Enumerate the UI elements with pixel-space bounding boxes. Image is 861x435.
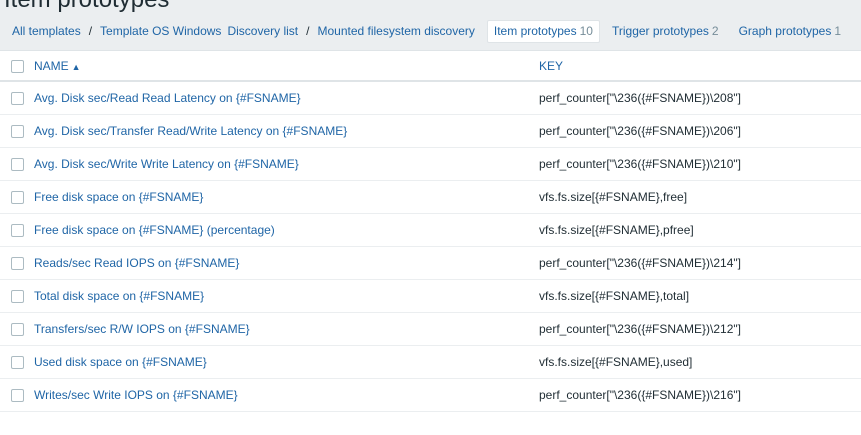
- row-name-cell: Reads/sec Read IOPS on {#FSNAME}: [34, 246, 539, 280]
- row-checkbox[interactable]: [11, 224, 24, 238]
- item-prototype-key: vfs.fs.size[{#FSNAME},used]: [539, 355, 693, 369]
- tab-graph-prototypes[interactable]: Graph prototypes 1: [739, 24, 841, 38]
- row-name-cell: Used disk space on {#FSNAME}: [34, 345, 539, 379]
- row-checkbox[interactable]: [11, 290, 24, 304]
- row-select-cell: [0, 378, 34, 412]
- table-row: Avg. Disk sec/Transfer Read/Write Latenc…: [0, 114, 861, 148]
- row-key-cell: vfs.fs.size[{#FSNAME},free]: [539, 180, 861, 214]
- table-row: Avg. Disk sec/Read Read Latency on {#FSN…: [0, 81, 861, 115]
- breadcrumb-separator: /: [306, 24, 310, 38]
- row-checkbox[interactable]: [11, 158, 24, 172]
- row-name-cell: Total disk space on {#FSNAME}: [34, 279, 539, 313]
- breadcrumb-nav: All templates / Template OS Windows Disc…: [0, 18, 861, 44]
- item-prototype-key: perf_counter["\236({#FSNAME})\214"]: [539, 256, 741, 270]
- row-name-cell: Avg. Disk sec/Write Write Latency on {#F…: [34, 147, 539, 181]
- row-checkbox[interactable]: [11, 125, 24, 139]
- row-key-cell: vfs.fs.size[{#FSNAME},pfree]: [539, 213, 861, 247]
- item-prototype-key: perf_counter["\236({#FSNAME})\210"]: [539, 157, 741, 171]
- key-header-label: KEY: [539, 58, 564, 73]
- item-prototype-key: perf_counter["\236({#FSNAME})\216"]: [539, 388, 741, 402]
- row-key-cell: perf_counter["\236({#FSNAME})\206"]: [539, 114, 861, 148]
- tab-item-prototypes[interactable]: Item prototypes 10: [486, 19, 600, 43]
- page-title: Item prototypes: [4, 0, 169, 14]
- row-key-cell: vfs.fs.size[{#FSNAME},used]: [539, 345, 861, 379]
- breadcrumb-discovery-list[interactable]: Discovery list: [227, 24, 298, 38]
- item-prototypes-table-container: NAME ▲ KEY Avg. Disk sec/Read Read Latenc…: [0, 50, 861, 435]
- table-row: Avg. Disk sec/Write Write Latency on {#F…: [0, 147, 861, 181]
- row-key-cell: perf_counter["\236({#FSNAME})\216"]: [539, 378, 861, 412]
- row-key-cell: perf_counter["\236({#FSNAME})\214"]: [539, 246, 861, 280]
- row-name-cell: Free disk space on {#FSNAME} (percentage…: [34, 213, 539, 247]
- tab-item-prototypes-label: Item prototypes: [493, 23, 577, 38]
- row-name-cell: Avg. Disk sec/Read Read Latency on {#FSN…: [34, 81, 539, 115]
- item-prototype-name-link[interactable]: Total disk space on {#FSNAME}: [34, 289, 204, 303]
- name-column-header[interactable]: NAME ▲: [34, 51, 539, 82]
- row-key-cell: perf_counter["\236({#FSNAME})\212"]: [539, 312, 861, 346]
- row-select-cell: [0, 246, 34, 280]
- table-row: Writes/sec Write IOPS on {#FSNAME} perf_c…: [0, 378, 861, 412]
- table-row: Used disk space on {#FSNAME} vfs.fs.size[…: [0, 345, 861, 379]
- item-prototype-name-link[interactable]: Free disk space on {#FSNAME}: [34, 190, 203, 204]
- table-row: Free disk space on {#FSNAME} (percentage…: [0, 213, 861, 247]
- tab-trigger-prototypes[interactable]: Trigger prototypes 2: [612, 24, 719, 38]
- row-select-cell: [0, 312, 34, 346]
- row-key-cell: perf_counter["\236({#FSNAME})\210"]: [539, 147, 861, 181]
- row-checkbox[interactable]: [11, 389, 24, 403]
- table-row: Transfers/sec R/W IOPS on {#FSNAME} perf_…: [0, 312, 861, 346]
- tab-trigger-prototypes-label: Trigger prototypes: [611, 24, 709, 38]
- row-name-cell: Writes/sec Write IOPS on {#FSNAME}: [34, 378, 539, 412]
- row-name-cell: Transfers/sec R/W IOPS on {#FSNAME}: [34, 312, 539, 346]
- row-checkbox[interactable]: [11, 257, 24, 271]
- tab-graph-prototypes-count: 1: [834, 24, 841, 38]
- item-prototype-name-link[interactable]: Reads/sec Read IOPS on {#FSNAME}: [34, 256, 239, 270]
- breadcrumb-discovery-rule[interactable]: Mounted filesystem discovery: [317, 24, 474, 38]
- breadcrumb-template[interactable]: Template OS Windows: [100, 24, 221, 38]
- table-row: Reads/sec Read IOPS on {#FSNAME} perf_cou…: [0, 246, 861, 280]
- tab-trigger-prototypes-count: 2: [711, 24, 719, 38]
- table-header-row: NAME ▲ KEY: [0, 51, 861, 82]
- breadcrumb-separator: /: [88, 24, 93, 38]
- tab-graph-prototypes-label: Graph prototypes: [738, 24, 832, 38]
- row-select-cell: [0, 147, 34, 181]
- item-prototypes-table: NAME ▲ KEY Avg. Disk sec/Read Read Latenc…: [0, 51, 861, 412]
- row-select-cell: [0, 114, 34, 148]
- table-row: Total disk space on {#FSNAME} vfs.fs.size…: [0, 279, 861, 313]
- row-key-cell: vfs.fs.size[{#FSNAME},total]: [539, 279, 861, 313]
- row-select-cell: [0, 213, 34, 247]
- item-prototype-name-link[interactable]: Avg. Disk sec/Write Write Latency on {#F…: [34, 157, 299, 171]
- item-prototype-name-link[interactable]: Writes/sec Write IOPS on {#FSNAME}: [34, 388, 238, 402]
- table-row: Free disk space on {#FSNAME} vfs.fs.size[…: [0, 180, 861, 214]
- item-prototype-key: vfs.fs.size[{#FSNAME},total]: [539, 289, 690, 303]
- row-select-cell: [0, 81, 34, 115]
- row-checkbox[interactable]: [11, 356, 24, 370]
- name-header-label[interactable]: NAME: [34, 59, 69, 73]
- item-prototype-key: vfs.fs.size[{#FSNAME},pfree]: [539, 223, 694, 237]
- item-prototype-key: vfs.fs.size[{#FSNAME},free]: [539, 190, 688, 204]
- select-all-checkbox[interactable]: [11, 59, 24, 73]
- item-prototype-name-link[interactable]: Avg. Disk sec/Read Read Latency on {#FSN…: [34, 91, 301, 105]
- row-select-cell: [0, 345, 34, 379]
- row-select-cell: [0, 279, 34, 313]
- tab-item-prototypes-count: 10: [579, 23, 593, 38]
- item-prototype-name-link[interactable]: Used disk space on {#FSNAME}: [34, 355, 207, 369]
- key-column-header: KEY: [539, 51, 861, 82]
- breadcrumb-all-templates[interactable]: All templates: [12, 24, 81, 38]
- item-prototype-name-link[interactable]: Avg. Disk sec/Transfer Read/Write Latenc…: [34, 124, 347, 138]
- row-checkbox[interactable]: [11, 92, 24, 106]
- row-name-cell: Free disk space on {#FSNAME}: [34, 180, 539, 214]
- row-key-cell: perf_counter["\236({#FSNAME})\208"]: [539, 81, 861, 115]
- item-prototype-key: perf_counter["\236({#FSNAME})\206"]: [539, 124, 741, 138]
- select-all-cell: [0, 51, 34, 82]
- item-prototype-key: perf_counter["\236({#FSNAME})\208"]: [539, 91, 741, 105]
- item-prototype-name-link[interactable]: Transfers/sec R/W IOPS on {#FSNAME}: [34, 322, 250, 336]
- item-prototype-name-link[interactable]: Free disk space on {#FSNAME} (percentage…: [34, 223, 275, 237]
- row-name-cell: Avg. Disk sec/Transfer Read/Write Latenc…: [34, 114, 539, 148]
- row-select-cell: [0, 180, 34, 214]
- item-prototype-key: perf_counter["\236({#FSNAME})\212"]: [539, 322, 741, 336]
- sort-ascending-icon: ▲: [71, 61, 81, 72]
- row-checkbox[interactable]: [11, 323, 24, 337]
- row-checkbox[interactable]: [11, 191, 24, 205]
